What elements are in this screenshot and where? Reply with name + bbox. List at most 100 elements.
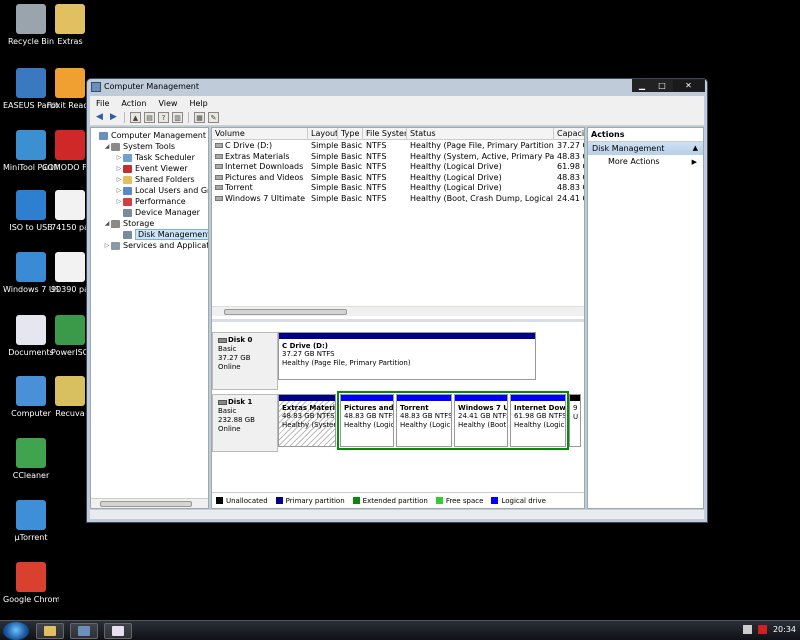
taskbar-app-button[interactable]: [70, 623, 98, 639]
partition-status: Healthy (Logic: [514, 421, 565, 429]
menu-file[interactable]: File: [90, 99, 115, 108]
tree-item-label: Services and Applications: [123, 241, 208, 250]
actions-section-disk-management[interactable]: Disk Management ▲: [588, 142, 703, 155]
close-button[interactable]: ✕: [672, 79, 705, 92]
partition-block[interactable]: Extras Materia 48.83 GB NTFS Healthy (Syst…: [278, 394, 336, 447]
network-warning-icon[interactable]: [757, 625, 767, 634]
desktop-shortcut[interactable]: Google Chrome: [3, 562, 59, 604]
start-button[interactable]: [3, 622, 29, 640]
volume-cell-text: Healthy (Boot, Crash Dump, Logical Drive…: [410, 193, 554, 203]
expand-icon[interactable]: ▷: [115, 174, 123, 185]
scrollbar-thumb[interactable]: [224, 309, 347, 315]
volume-cell: Basic: [338, 162, 363, 172]
volume-list-horizontal-scrollbar[interactable]: [212, 306, 584, 316]
expand-icon[interactable]: ◢: [103, 141, 111, 152]
expand-icon[interactable]: ▷: [115, 185, 123, 196]
expand-icon[interactable]: ▷: [115, 152, 123, 163]
desktop-shortcut[interactable]: Extras: [42, 4, 98, 46]
partition-block[interactable]: 9U: [569, 394, 581, 447]
volume-row[interactable]: Extras Materials Simple Basic NTFS Healthy (…: [212, 152, 584, 162]
volume-cell-text: Basic: [341, 193, 363, 203]
collapse-icon[interactable]: ▲: [693, 142, 698, 155]
show-hide-action-pane-icon[interactable]: ▥: [172, 112, 183, 123]
volume-row[interactable]: Windows 7 Ultimate (H:)SimpleBasicNTFS He…: [212, 194, 584, 204]
volume-cell-text: Pictures and Videos: [225, 172, 304, 182]
column-header[interactable]: Layout: [308, 128, 338, 140]
legend-label: Logical drive: [501, 496, 546, 505]
volume-cell-text: Healthy (Page File, Primary Partition): [410, 141, 554, 150]
partition-block[interactable]: Internet Dow 61.98 GB NTFS Healthy (Logic: [510, 394, 566, 447]
minimize-button[interactable]: ▁: [632, 79, 652, 92]
volume-cell-text: Torrent: [225, 183, 253, 192]
help-icon[interactable]: ?: [158, 112, 169, 123]
tree-item[interactable]: ▷ Performance: [115, 196, 186, 207]
desktop-shortcut-label: CCleaner: [12, 471, 50, 480]
scrollbar-thumb[interactable]: [100, 501, 192, 507]
taskbar-app-button[interactable]: [36, 623, 64, 639]
volume-cell: 61.98 GB: [554, 162, 584, 172]
more-actions-item[interactable]: More Actions ▶: [588, 155, 703, 169]
actions-title: Actions: [588, 128, 703, 142]
column-header[interactable]: Volume: [212, 128, 308, 140]
volume-cell-text: Simple: [311, 141, 338, 150]
volume-cell: 48.83 GB: [554, 152, 584, 162]
tree-item[interactable]: ▷ Services and Applications: [103, 240, 208, 251]
desktop-shortcut[interactable]: CCleaner: [3, 438, 59, 480]
properties-icon[interactable]: ▦: [194, 112, 205, 123]
disk-wizard-icon[interactable]: ✎: [208, 112, 219, 123]
volume-cell: Simple: [308, 183, 338, 193]
tree-item[interactable]: Computer Management (Local: [91, 130, 208, 141]
partition-size: 37.27 GB NTFS: [282, 350, 335, 358]
taskbar-app-button[interactable]: [104, 623, 132, 639]
expand-icon[interactable]: ▷: [115, 196, 123, 207]
column-header[interactable]: File System: [363, 128, 407, 140]
volume-row[interactable]: Torrent Simple Basic NTFS Healthy (Logical D…: [212, 183, 584, 193]
action-center-icon[interactable]: [742, 625, 752, 634]
tree-horizontal-scrollbar[interactable]: [91, 498, 208, 508]
expand-icon[interactable]: ▷: [103, 240, 111, 251]
maximize-button[interactable]: □: [652, 79, 672, 92]
disk-label[interactable]: Disk 1 Basic 232.88 GB Online: [212, 394, 278, 452]
expand-icon[interactable]: ◢: [103, 218, 111, 229]
clock[interactable]: 20:34: [773, 625, 796, 634]
tree-item[interactable]: Disk Management: [115, 229, 208, 240]
disk-type: Basic: [218, 345, 237, 353]
menu-view[interactable]: View: [152, 99, 183, 108]
volume-cell-text: Healthy (Logical Drive): [410, 172, 502, 182]
partition-block[interactable]: Windows 7 U 24.41 GB NTFS Healthy (Boot: [454, 394, 508, 447]
tree-item[interactable]: ▷ Shared Folders: [115, 174, 195, 185]
tree-item-label: System Tools: [123, 142, 176, 151]
partition-block[interactable]: Torrent 48.83 GB NTFS Healthy (Logic: [396, 394, 452, 447]
volume-row[interactable]: Internet Downloads Simple Basic NTFS Healthy…: [212, 162, 584, 172]
menu-action[interactable]: Action: [115, 99, 152, 108]
tree-item[interactable]: ▷ Local Users and Groups: [115, 185, 208, 196]
tree-item[interactable]: ◢ System Tools: [103, 141, 175, 152]
column-header[interactable]: Capaci: [554, 128, 584, 140]
volume-cell-text: Simple: [311, 172, 338, 182]
column-header[interactable]: Status: [407, 128, 554, 140]
tree-item[interactable]: ▷ Task Scheduler: [115, 152, 195, 163]
disk-management-pane: VolumeLayoutTypeFile SystemStatusCapaci …: [211, 127, 585, 509]
forward-icon[interactable]: ▶: [108, 112, 119, 123]
volume-row[interactable]: C Drive (D:) Simple Basic NTFS Healthy (Page…: [212, 141, 584, 151]
tree-item[interactable]: ◢ Storage: [103, 218, 155, 229]
submenu-arrow-icon: ▶: [691, 158, 697, 166]
toolbar-separator: [124, 112, 125, 123]
up-folder-icon[interactable]: ▲: [130, 112, 141, 123]
volume-row[interactable]: Pictures and Videos Simple Basic NTFS Health…: [212, 173, 584, 183]
desktop-shortcut[interactable]: µTorrent: [3, 500, 59, 542]
column-header[interactable]: Type: [338, 128, 363, 140]
back-icon[interactable]: ◀: [94, 112, 105, 123]
volume-cell: Simple: [308, 152, 338, 162]
disk-label[interactable]: Disk 0 Basic 37.27 GB Online: [212, 332, 278, 390]
menu-help[interactable]: Help: [183, 99, 213, 108]
tree-item[interactable]: ▷ Event Viewer: [115, 163, 188, 174]
expand-icon[interactable]: ▷: [115, 163, 123, 174]
disk-size: 37.27 GB: [218, 354, 251, 362]
tree-item[interactable]: Device Manager: [115, 207, 200, 218]
partition-block[interactable]: Pictures and V48.83 GB NTFSHealthy (Logi…: [340, 394, 394, 447]
show-hide-tree-icon[interactable]: ▤: [144, 112, 155, 123]
volume-cell: Pictures and Videos: [212, 173, 308, 183]
title-bar[interactable]: Computer Management ▁ □ ✕: [87, 79, 707, 95]
partition-block[interactable]: C Drive (D:) 37.27 GB NTFS Healthy (Page F…: [278, 332, 536, 380]
